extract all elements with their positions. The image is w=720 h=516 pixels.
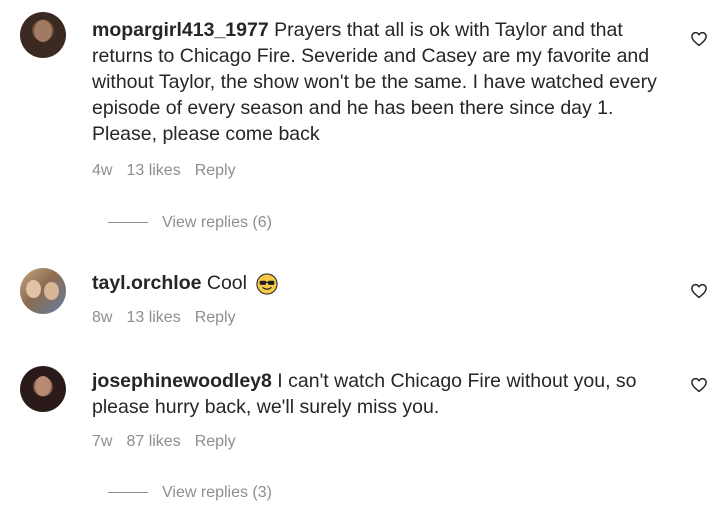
comment-item: tayl.orchloe Cool 8w 13 likes Reply <box>0 258 720 338</box>
avatar[interactable] <box>20 12 66 58</box>
avatar[interactable] <box>20 366 66 412</box>
view-replies-button[interactable]: View replies (3) <box>108 484 272 502</box>
comment-body: tayl.orchloe Cool <box>92 270 672 296</box>
view-replies-label: View replies (6) <box>162 214 272 231</box>
sunglasses-emoji-icon <box>256 273 279 295</box>
comment-text: Cool <box>201 272 247 294</box>
avatar[interactable] <box>20 268 66 314</box>
comment-meta: 7w 87 likes Reply <box>92 433 250 451</box>
heart-icon[interactable] <box>690 30 708 48</box>
comment-username[interactable]: tayl.orchloe <box>92 272 201 294</box>
comment-username[interactable]: mopargirl413_1977 <box>92 19 269 41</box>
like-count[interactable]: 13 likes <box>126 162 180 179</box>
comment-body: josephinewoodley8 I can't watch Chicago … <box>92 368 672 420</box>
comment-age: 8w <box>92 309 113 326</box>
like-count[interactable]: 13 likes <box>126 309 180 326</box>
comment-item: mopargirl413_1977 Prayers that all is ok… <box>0 0 720 250</box>
reply-button[interactable]: Reply <box>195 162 236 179</box>
comment-meta: 8w 13 likes Reply <box>92 309 250 327</box>
reply-button[interactable]: Reply <box>195 433 236 450</box>
view-replies-label: View replies (3) <box>162 484 272 501</box>
replies-divider <box>108 222 148 224</box>
comment-body: mopargirl413_1977 Prayers that all is ok… <box>92 17 672 147</box>
view-replies-button[interactable]: View replies (6) <box>108 214 272 232</box>
comment-age: 7w <box>92 433 113 450</box>
reply-button[interactable]: Reply <box>195 309 236 326</box>
heart-icon[interactable] <box>690 282 708 300</box>
comment-item: josephinewoodley8 I can't watch Chicago … <box>0 360 720 516</box>
heart-icon[interactable] <box>690 376 708 394</box>
comment-age: 4w <box>92 162 113 179</box>
comment-username[interactable]: josephinewoodley8 <box>92 370 272 392</box>
like-count[interactable]: 87 likes <box>126 433 180 450</box>
replies-divider <box>108 492 148 494</box>
comment-meta: 4w 13 likes Reply <box>92 162 250 180</box>
